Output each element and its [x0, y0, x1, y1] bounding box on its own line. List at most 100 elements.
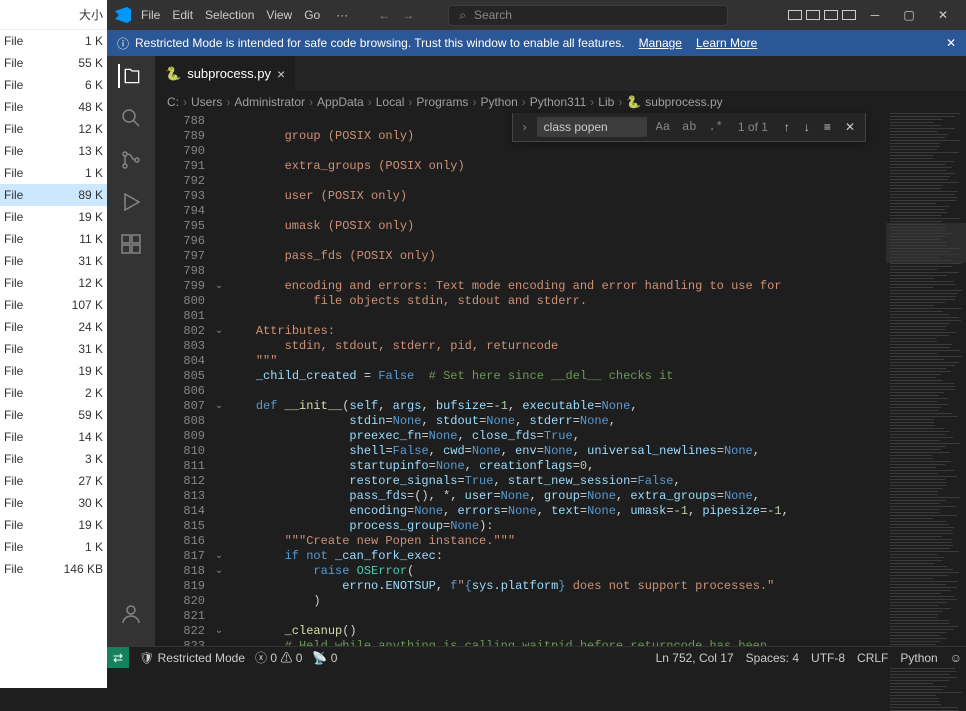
extensions-icon[interactable]	[119, 232, 143, 256]
eol-status[interactable]: CRLF	[857, 651, 888, 665]
manage-link[interactable]: Manage	[639, 36, 682, 50]
cursor-position[interactable]: Ln 752, Col 17	[656, 651, 734, 665]
tab-close-icon[interactable]: ×	[277, 66, 285, 82]
layout-icon-1[interactable]	[788, 10, 802, 20]
match-case-icon[interactable]: Aa	[653, 120, 673, 134]
explorer-row[interactable]: File27 K	[0, 470, 107, 492]
explorer-icon[interactable]	[118, 64, 142, 88]
explorer-row[interactable]: File1 K	[0, 536, 107, 558]
explorer-row[interactable]: File14 K	[0, 426, 107, 448]
minimap[interactable]	[886, 113, 966, 668]
language-status[interactable]: Python	[900, 651, 937, 665]
explorer-row[interactable]: File1 K	[0, 162, 107, 184]
explorer-row[interactable]: File19 K	[0, 514, 107, 536]
menu-go[interactable]: Go	[298, 4, 326, 26]
layout-icon-3[interactable]	[824, 10, 838, 20]
explorer-header: 大小	[0, 0, 107, 30]
explorer-row[interactable]: File11 K	[0, 228, 107, 250]
search-icon: ⌕	[459, 8, 466, 23]
title-bar: FileEditSelectionViewGo ··· ← → ⌕ Search…	[107, 0, 966, 30]
tab-label: subprocess.py	[187, 66, 271, 81]
find-close-icon[interactable]: ✕	[841, 120, 859, 134]
find-count: 1 of 1	[738, 120, 768, 134]
explorer-row[interactable]: File48 K	[0, 96, 107, 118]
editor-tabs: 🐍 subprocess.py ×	[155, 56, 966, 91]
explorer-row[interactable]: File1 K	[0, 30, 107, 52]
explorer-row[interactable]: File107 K	[0, 294, 107, 316]
regex-icon[interactable]: .*	[705, 120, 725, 134]
close-button[interactable]: ✕	[928, 8, 958, 22]
remote-indicator[interactable]: ⇄	[107, 647, 129, 668]
banner-text: Restricted Mode is intended for safe cod…	[135, 36, 625, 50]
breadcrumbs[interactable]: C:›Users›Administrator›AppData›Local›Pro…	[155, 91, 966, 113]
menu-view[interactable]: View	[260, 4, 298, 26]
layout-icon-4[interactable]	[842, 10, 856, 20]
explorer-row[interactable]: File146 KB	[0, 558, 107, 580]
find-toggle-replace-icon[interactable]: ›	[519, 120, 531, 134]
explorer-row[interactable]: File3 K	[0, 448, 107, 470]
explorer-row[interactable]: File89 K	[0, 184, 107, 206]
account-icon[interactable]	[119, 602, 143, 626]
explorer-row[interactable]: File13 K	[0, 140, 107, 162]
learn-more-link[interactable]: Learn More	[696, 36, 757, 50]
vscode-logo-icon	[115, 7, 131, 23]
breadcrumb-segment[interactable]: Local	[376, 95, 405, 109]
restricted-mode-banner: ⓘ Restricted Mode is intended for safe c…	[107, 30, 966, 56]
source-control-icon[interactable]	[119, 148, 143, 172]
explorer-row[interactable]: File6 K	[0, 74, 107, 96]
tab-subprocess[interactable]: 🐍 subprocess.py ×	[155, 56, 296, 91]
fold-gutter[interactable]: ⌄⌄⌄⌄⌄⌄	[211, 113, 227, 668]
find-next-icon[interactable]: ↓	[800, 120, 814, 134]
explorer-row[interactable]: File30 K	[0, 492, 107, 514]
explorer-row[interactable]: File31 K	[0, 250, 107, 272]
explorer-row[interactable]: File59 K	[0, 404, 107, 426]
explorer-row[interactable]: File2 K	[0, 382, 107, 404]
explorer-row[interactable]: File19 K	[0, 206, 107, 228]
indentation-status[interactable]: Spaces: 4	[746, 651, 799, 665]
nav-back-icon[interactable]: ←	[378, 8, 390, 22]
menu-file[interactable]: File	[135, 4, 166, 26]
explorer-row[interactable]: File19 K	[0, 360, 107, 382]
maximize-button[interactable]: ▢	[894, 8, 924, 22]
explorer-background: 大小 File1 KFile55 KFile6 KFile48 KFile12 …	[0, 0, 107, 688]
breadcrumb-segment[interactable]: Python311	[530, 95, 587, 109]
banner-close-icon[interactable]: ✕	[946, 36, 956, 50]
minimize-button[interactable]: ─	[860, 8, 890, 22]
line-numbers: 7887897907917927937947957967977987998008…	[155, 113, 211, 668]
menu-more[interactable]: ···	[330, 4, 354, 26]
ports-status[interactable]: 📡 0	[312, 651, 337, 665]
explorer-row[interactable]: File55 K	[0, 52, 107, 74]
find-prev-icon[interactable]: ↑	[780, 120, 794, 134]
activity-bar: 1	[107, 56, 155, 668]
title-search[interactable]: ⌕ Search	[448, 5, 728, 26]
explorer-row[interactable]: File12 K	[0, 118, 107, 140]
breadcrumb-segment[interactable]: Users	[191, 95, 222, 109]
code-content[interactable]: group (POSIX only) extra_groups (POSIX o…	[227, 113, 886, 668]
whole-word-icon[interactable]: ab	[679, 120, 699, 134]
explorer-row[interactable]: File31 K	[0, 338, 107, 360]
breadcrumb-segment[interactable]: Lib	[598, 95, 614, 109]
breadcrumb-segment[interactable]: subprocess.py	[645, 95, 722, 109]
status-bar: ⇄ 🛡 Restricted Mode ⓧ 0 ⚠ 0 📡 0 Ln 752, …	[107, 646, 966, 668]
explorer-row[interactable]: File12 K	[0, 272, 107, 294]
info-icon: ⓘ	[117, 35, 129, 52]
menu-selection[interactable]: Selection	[199, 4, 260, 26]
layout-icon-2[interactable]	[806, 10, 820, 20]
nav-forward-icon[interactable]: →	[402, 8, 414, 22]
find-selection-icon[interactable]: ≡	[820, 120, 835, 134]
menu-edit[interactable]: Edit	[166, 4, 199, 26]
run-debug-icon[interactable]	[119, 190, 143, 214]
breadcrumb-segment[interactable]: Python	[480, 95, 517, 109]
editor-area[interactable]: 7887897907917927937947957967977987998008…	[155, 113, 966, 668]
restricted-mode-status[interactable]: 🛡 Restricted Mode	[139, 651, 245, 665]
breadcrumb-segment[interactable]: C:	[167, 95, 179, 109]
search-icon[interactable]	[119, 106, 143, 130]
breadcrumb-segment[interactable]: Administrator	[234, 95, 305, 109]
find-input[interactable]	[537, 117, 647, 137]
problems-status[interactable]: ⓧ 0 ⚠ 0	[255, 649, 302, 666]
breadcrumb-segment[interactable]: Programs	[416, 95, 468, 109]
encoding-status[interactable]: UTF-8	[811, 651, 845, 665]
breadcrumb-segment[interactable]: AppData	[317, 95, 364, 109]
explorer-row[interactable]: File24 K	[0, 316, 107, 338]
feedback-icon[interactable]: ☺	[950, 651, 962, 665]
